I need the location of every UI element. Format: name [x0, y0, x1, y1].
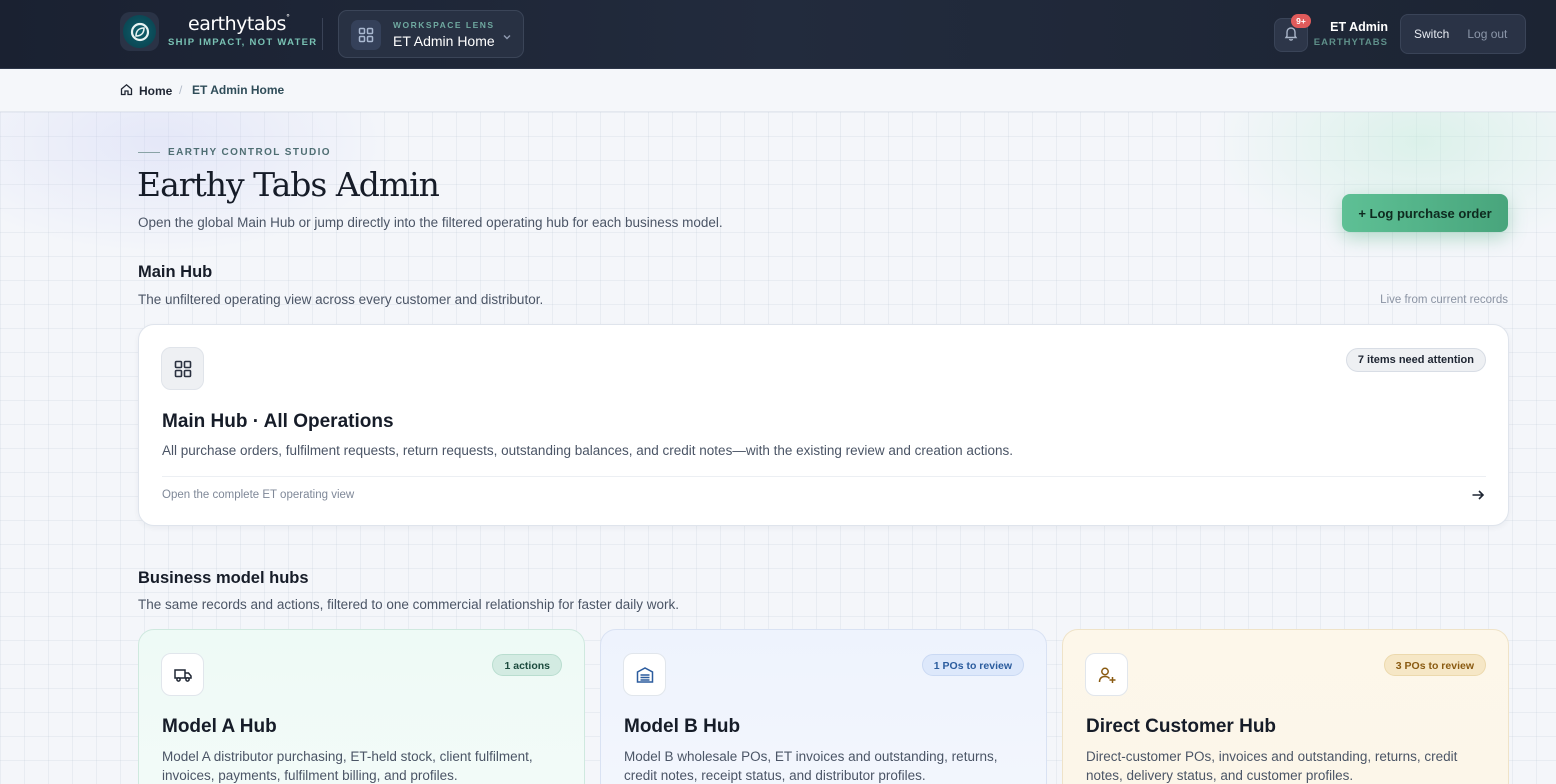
- direct-customer-hub-card[interactable]: 3 POs to review Direct Customer Hub Dire…: [1062, 629, 1509, 784]
- brand-tagline: SHIP IMPACT, NOT WATER: [168, 37, 318, 48]
- brand-name: earthytabs°: [188, 13, 290, 35]
- hub-badge: 3 POs to review: [1383, 654, 1486, 676]
- main-hub-section-subtitle: The unfiltered operating view across eve…: [138, 292, 544, 307]
- attention-badge: 7 items need attention: [1345, 348, 1486, 372]
- main-hub-card[interactable]: 7 items need attention Main Hub · All Op…: [138, 324, 1509, 526]
- model-b-hub-card[interactable]: 1 POs to review Model B Hub Model B whol…: [600, 629, 1047, 784]
- lens-label: WORKSPACE LENS: [393, 20, 495, 30]
- hub-description: Direct-customer POs, invoices and outsta…: [1086, 749, 1458, 783]
- hub-description: Model A distributor purchasing, ET-held …: [162, 749, 533, 783]
- page-title: Earthy Tabs Admin: [137, 165, 440, 204]
- kicker-line: [138, 152, 160, 153]
- top-bar: earthytabs° SHIP IMPACT, NOT WATER WORKS…: [0, 0, 1556, 69]
- hub-description: Model B wholesale POs, ET invoices and o…: [624, 749, 998, 783]
- account-actions: Switch Log out: [1400, 14, 1526, 54]
- logout-button[interactable]: Log out: [1458, 21, 1516, 47]
- main-hub-section-title: Main Hub: [138, 263, 213, 281]
- grid-icon: [351, 20, 381, 50]
- chevron-down-icon: [502, 29, 512, 47]
- divider: [162, 476, 1486, 477]
- business-hubs-section-title: Business model hubs: [138, 569, 309, 587]
- hub-badge: 1 POs to review: [921, 654, 1024, 676]
- page-kicker: EARTHY CONTROL STUDIO: [138, 147, 331, 158]
- divider: [322, 18, 323, 50]
- breadcrumb-home[interactable]: Home: [120, 83, 172, 99]
- kicker-label: EARTHY CONTROL STUDIO: [168, 147, 331, 158]
- warehouse-icon: [623, 653, 666, 696]
- user-name: ET Admin: [1330, 20, 1388, 34]
- workspace-lens-select[interactable]: WORKSPACE LENS ET Admin Home: [338, 10, 524, 58]
- notification-count-badge: 9+: [1291, 14, 1311, 28]
- lens-value: ET Admin Home: [393, 33, 495, 49]
- user-org: EARTHYTABS: [1313, 37, 1388, 48]
- business-hubs-section-subtitle: The same records and actions, filtered t…: [138, 597, 679, 612]
- breadcrumb: Home / ET Admin Home: [0, 69, 1556, 112]
- switch-button[interactable]: Switch: [1405, 21, 1458, 47]
- arrow-right-icon[interactable]: [1470, 487, 1486, 508]
- main-hub-card-footer: Open the complete ET operating view: [162, 489, 355, 501]
- hub-title: Direct Customer Hub: [1086, 716, 1277, 737]
- hub-title: Model A Hub: [162, 716, 277, 737]
- live-note: Live from current records: [1380, 294, 1508, 306]
- breadcrumb-separator: /: [179, 83, 183, 97]
- breadcrumb-home-label: Home: [139, 84, 173, 98]
- grid-icon: [161, 347, 204, 390]
- main-hub-card-title: Main Hub · All Operations: [162, 411, 394, 432]
- model-a-hub-card[interactable]: 1 actions Model A Hub Model A distributo…: [138, 629, 585, 784]
- user-plus-icon: [1085, 653, 1128, 696]
- hub-badge: 1 actions: [492, 654, 562, 676]
- home-icon: [120, 83, 133, 99]
- main-hub-card-description: All purchase orders, fulfilment requests…: [162, 443, 1013, 458]
- brand-logo[interactable]: [120, 12, 159, 51]
- breadcrumb-current[interactable]: ET Admin Home: [192, 83, 284, 97]
- page-subtitle: Open the global Main Hub or jump directl…: [138, 215, 723, 230]
- hub-title: Model B Hub: [624, 716, 741, 737]
- log-purchase-order-button[interactable]: + Log purchase order: [1342, 194, 1508, 232]
- truck-icon: [161, 653, 204, 696]
- logo-icon: [123, 15, 156, 48]
